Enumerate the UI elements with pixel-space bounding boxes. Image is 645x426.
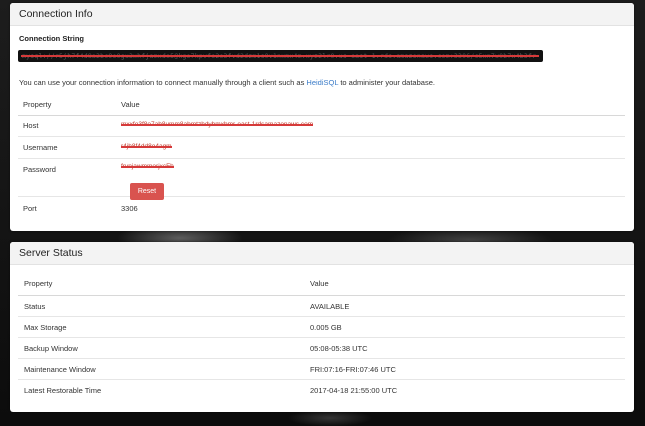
status-value: AVAILABLE	[310, 302, 350, 311]
table-row-maintenance-window: Maintenance Window FRI:07:16-FRI:07:46 U…	[18, 359, 625, 380]
password-value: frvnjawmmorjxcFh	[121, 163, 174, 170]
maintenance-window-value: FRI:07:16-FRI:07:46 UTC	[310, 365, 396, 374]
server-status-panel: Server Status Property Value Status AVAI…	[10, 242, 634, 412]
help-text-start: You can use your connection information …	[19, 78, 307, 87]
connection-string-field[interactable]: mysql://r5jh7f4d8a2bc9e0gu3xhfjamxde5@kg…	[18, 50, 543, 62]
max-storage-value: 0.005 GB	[310, 323, 342, 332]
connection-string-label: Connection String	[19, 34, 84, 43]
table-row-host: Host mxxfo3f8o7ab8umm8abmtzhdyhmxbmr-eas…	[18, 116, 625, 137]
table-header: Property Value	[18, 94, 625, 116]
table-row-status: Status AVAILABLE	[18, 296, 625, 317]
username-value: r4jh8f4dd8o4agm	[121, 143, 172, 150]
connection-info-panel: Connection Info Connection String mysql:…	[10, 3, 634, 231]
heidisql-link[interactable]: HeidiSQL	[306, 78, 338, 87]
username-label: Username	[23, 143, 58, 152]
backup-window-value: 05:08-05:38 UTC	[310, 344, 368, 353]
table-row-backup-window: Backup Window 05:08-05:38 UTC	[18, 338, 625, 359]
header-property: Property	[23, 100, 52, 109]
header-value: Value	[310, 279, 329, 288]
connection-info-title: Connection Info	[10, 3, 634, 26]
header-property: Property	[24, 279, 53, 288]
latest-restorable-time-label: Latest Restorable Time	[24, 386, 102, 395]
server-status-title: Server Status	[10, 242, 634, 265]
help-text-end: to administer your database.	[338, 78, 435, 87]
table-row-max-storage: Max Storage 0.005 GB	[18, 317, 625, 338]
password-label: Password	[23, 165, 56, 174]
header-value: Value	[121, 100, 140, 109]
connection-table: Property Value Host mxxfo3f8o7ab8umm8abm…	[18, 94, 625, 219]
table-row-password: Password frvnjawmmorjxcFh Reset	[18, 159, 625, 200]
port-value: 3306	[121, 204, 138, 213]
port-label: Port	[23, 204, 37, 213]
latest-restorable-time-value: 2017-04-18 21:55:00 UTC	[310, 386, 398, 395]
table-header: Property Value	[18, 272, 625, 296]
host-value: mxxfo3f8o7ab8umm8abmtzhdyhmxbmr-east-1rd…	[121, 121, 314, 128]
connection-help-text: You can use your connection information …	[19, 78, 435, 87]
backup-window-label: Backup Window	[24, 344, 78, 353]
server-status-table: Property Value Status AVAILABLE Max Stor…	[18, 272, 625, 400]
maintenance-window-label: Maintenance Window	[24, 365, 96, 374]
table-row-port: Port 3306	[18, 197, 625, 219]
status-label: Status	[24, 302, 46, 311]
table-row-latest-restorable-time: Latest Restorable Time 2017-04-18 21:55:…	[18, 380, 625, 400]
host-label: Host	[23, 121, 39, 130]
max-storage-label: Max Storage	[24, 323, 67, 332]
table-row-username: Username r4jh8f4dd8o4agm	[18, 137, 625, 159]
redaction-mark	[21, 55, 539, 57]
